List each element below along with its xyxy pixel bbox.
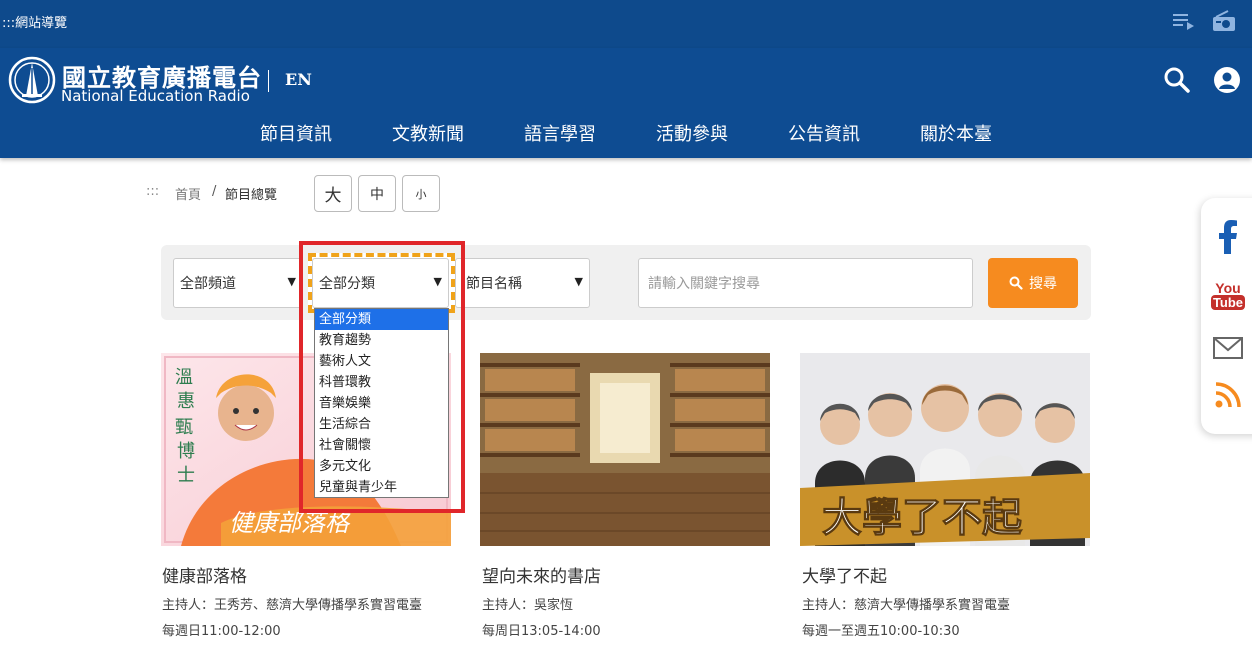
- svg-text:大學了不起: 大學了不起: [822, 494, 1023, 541]
- radio-icon[interactable]: [1212, 10, 1236, 32]
- search-icon[interactable]: [1163, 66, 1191, 94]
- program-card-title[interactable]: 健康部落格: [162, 562, 247, 587]
- breadcrumb-home[interactable]: 首頁: [175, 184, 201, 203]
- category-select[interactable]: 全部分類 ▼: [312, 258, 449, 308]
- svg-text:健康部落格: 健康部落格: [229, 509, 351, 537]
- search-button[interactable]: 搜尋: [988, 258, 1078, 308]
- playlist-icon[interactable]: [1172, 10, 1196, 32]
- svg-text:溫: 溫: [175, 367, 193, 388]
- program-card-host: 主持人：王秀芳、慈濟大學傳播學系實習電臺: [162, 598, 423, 613]
- channel-select-value: 全部頻道: [180, 276, 236, 292]
- channel-select[interactable]: 全部頻道 ▼: [173, 258, 303, 308]
- font-size-large-button[interactable]: 大: [314, 175, 352, 212]
- svg-text:博: 博: [177, 441, 195, 462]
- keyword-search-input[interactable]: 請輸入關鍵字搜尋: [638, 258, 973, 308]
- font-size-small-button[interactable]: 小: [402, 175, 440, 212]
- logo-divider: [268, 70, 269, 92]
- search-button-label: 搜尋: [1029, 276, 1057, 292]
- nav-education-news[interactable]: 文教新聞: [392, 120, 464, 146]
- svg-text:甄: 甄: [175, 417, 193, 438]
- nav-program-info[interactable]: 節目資訊: [260, 120, 332, 146]
- svg-text:士: 士: [177, 465, 195, 486]
- logo-english-name[interactable]: National Education Radio: [61, 87, 250, 105]
- category-option[interactable]: 科普環教: [315, 372, 448, 393]
- chevron-down-icon: ▼: [574, 275, 583, 288]
- category-option[interactable]: 多元文化: [315, 456, 448, 477]
- site-header: 國立教育廣播電台 National Education Radio EN 節目資…: [0, 48, 1252, 158]
- logo-emblem-icon[interactable]: [8, 56, 56, 104]
- top-bar: :::網站導覽: [0, 0, 1252, 48]
- chevron-down-icon: ▼: [433, 275, 442, 288]
- program-card-host: 主持人：吳家恆: [482, 598, 574, 613]
- search-icon: [1009, 276, 1023, 290]
- breadcrumb-anchor[interactable]: :::: [146, 184, 159, 199]
- font-size-medium-button[interactable]: 中: [358, 175, 396, 212]
- category-option[interactable]: 生活綜合: [315, 414, 448, 435]
- facebook-icon[interactable]: [1211, 220, 1245, 254]
- program-card-title[interactable]: 望向未來的書店: [482, 562, 601, 587]
- category-option[interactable]: 藝術人文: [315, 351, 448, 372]
- program-name-select-value: 節目名稱: [466, 276, 522, 292]
- category-option[interactable]: 社會關懷: [315, 435, 448, 456]
- nav-about[interactable]: 關於本臺: [920, 120, 992, 146]
- program-card-image[interactable]: [480, 353, 770, 546]
- category-select-value: 全部分類: [319, 276, 375, 292]
- main-nav: 節目資訊 文教新聞 語言學習 活動參與 公告資訊 關於本臺: [0, 120, 1252, 146]
- program-card-title[interactable]: 大學了不起: [802, 562, 887, 587]
- breadcrumb-separator: /: [212, 184, 217, 199]
- user-account-icon[interactable]: [1213, 66, 1241, 94]
- youtube-icon[interactable]: You Tube: [1210, 278, 1246, 312]
- category-option[interactable]: 音樂娛樂: [315, 393, 448, 414]
- english-language-link[interactable]: EN: [285, 70, 312, 89]
- category-option[interactable]: 教育趨勢: [315, 330, 448, 351]
- chevron-down-icon: ▼: [287, 275, 296, 288]
- program-name-select[interactable]: 節目名稱 ▼: [455, 258, 590, 308]
- email-icon[interactable]: [1211, 331, 1245, 365]
- rss-icon[interactable]: [1211, 378, 1245, 412]
- program-card-host: 主持人：慈濟大學傳播學系實習電臺: [802, 598, 1011, 613]
- sitemap-link[interactable]: :::網站導覽: [2, 12, 67, 31]
- program-card-time: 每週一至週五10:00-10:30: [802, 624, 960, 639]
- program-card-image[interactable]: 大學了不起: [800, 353, 1090, 546]
- category-option[interactable]: 全部分類: [315, 309, 448, 330]
- breadcrumb-current: 節目總覽: [225, 188, 278, 203]
- nav-announcements[interactable]: 公告資訊: [788, 120, 860, 146]
- social-sidebar: You Tube: [1201, 198, 1252, 434]
- program-card-time: 每週日11:00-12:00: [162, 624, 281, 639]
- program-card-time: 每周日13:05-14:00: [482, 624, 601, 639]
- category-dropdown-list: 全部分類 教育趨勢 藝術人文 科普環教 音樂娛樂 生活綜合 社會關懷 多元文化 …: [314, 308, 449, 498]
- svg-text:惠: 惠: [177, 391, 195, 412]
- nav-events[interactable]: 活動參與: [656, 120, 728, 146]
- category-option[interactable]: 兒童與青少年: [315, 477, 448, 498]
- nav-language-learning[interactable]: 語言學習: [524, 120, 596, 146]
